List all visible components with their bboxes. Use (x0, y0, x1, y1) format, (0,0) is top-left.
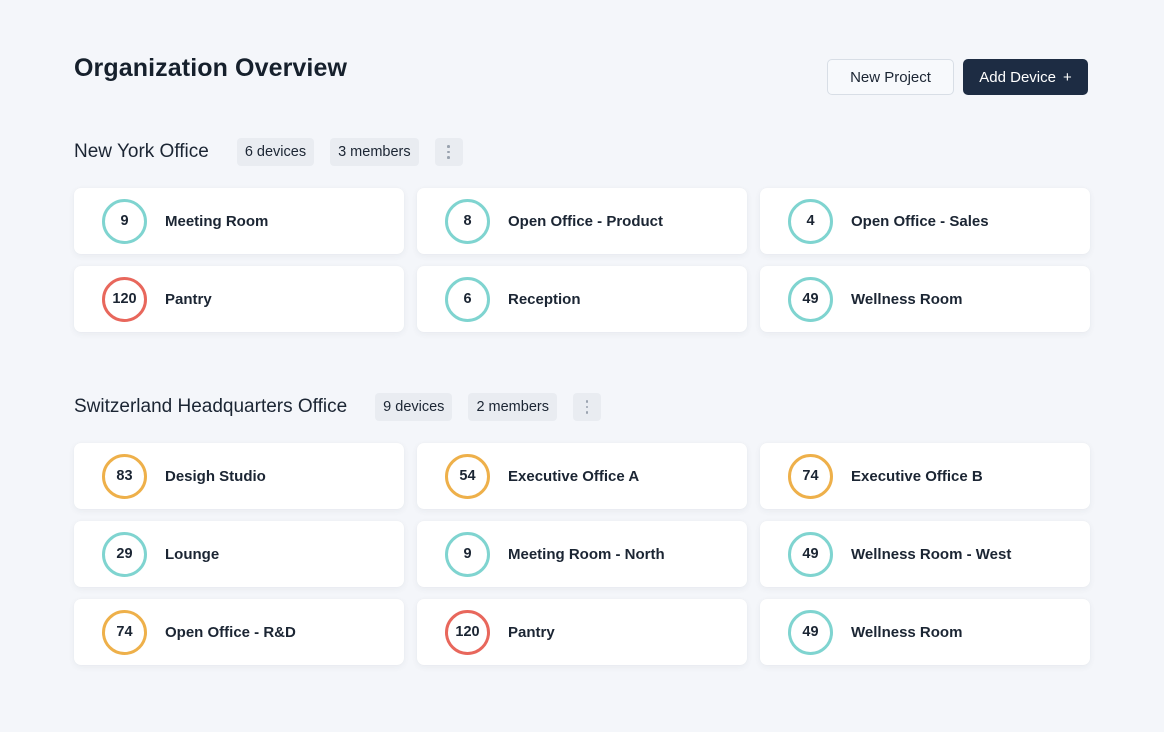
device-count-badge: 120 (102, 276, 147, 322)
device-count-badge: 54 (445, 453, 490, 499)
device-count-badge: 8 (445, 198, 490, 244)
section-header: Switzerland Headquarters Office 9 device… (74, 393, 1088, 421)
room-name: Pantry (508, 623, 555, 641)
room-card[interactable]: 6 Reception (417, 266, 747, 332)
room-name: Reception (508, 290, 581, 308)
office-section-new-york: New York Office 6 devices 3 members 9 Me… (74, 138, 1090, 332)
room-card[interactable]: 4 Open Office - Sales (760, 188, 1090, 254)
new-project-button[interactable]: New Project (827, 59, 954, 95)
room-grid: 83 Desigh Studio 54 Executive Office A 7… (74, 443, 1090, 665)
members-count-badge: 3 members (330, 138, 419, 166)
room-name: Lounge (165, 545, 220, 563)
room-name: Executive Office A (508, 467, 640, 485)
room-grid: 9 Meeting Room 8 Open Office - Product 4… (74, 188, 1090, 332)
devices-count-badge: 6 devices (236, 138, 315, 166)
room-card[interactable]: 49 Wellness Room - West (760, 521, 1090, 587)
device-count-badge: 6 (445, 276, 490, 322)
room-name: Executive Office B (851, 467, 983, 485)
room-card[interactable]: 120 Pantry (417, 599, 747, 665)
room-card[interactable]: 49 Wellness Room (760, 266, 1090, 332)
page-title: Organization Overview (74, 54, 348, 82)
office-section-switzerland-hq: Switzerland Headquarters Office 9 device… (74, 393, 1090, 665)
device-count-badge: 9 (102, 198, 147, 244)
section-title: Switzerland Headquarters Office (74, 396, 348, 417)
device-count-badge: 120 (445, 609, 490, 655)
add-device-label: Add Device (979, 68, 1056, 86)
section-title: New York Office (74, 141, 209, 162)
room-name: Open Office - Product (508, 212, 664, 230)
section-more-button[interactable] (434, 138, 463, 166)
header-actions: New Project Add Device + (827, 59, 1088, 95)
room-name: Wellness Room (851, 623, 963, 641)
device-count-badge: 74 (102, 609, 147, 655)
device-count-badge: 83 (102, 453, 147, 499)
room-card[interactable]: 29 Lounge (74, 521, 404, 587)
room-name: Pantry (165, 290, 212, 308)
room-card[interactable]: 54 Executive Office A (417, 443, 747, 509)
room-name: Wellness Room - West (851, 545, 1012, 563)
device-count-badge: 49 (788, 609, 833, 655)
room-name: Meeting Room - North (508, 545, 665, 563)
section-more-button[interactable] (572, 393, 601, 421)
room-card[interactable]: 83 Desigh Studio (74, 443, 404, 509)
room-card[interactable]: 120 Pantry (74, 266, 404, 332)
room-card[interactable]: 8 Open Office - Product (417, 188, 747, 254)
device-count-badge: 4 (788, 198, 833, 244)
device-count-badge: 9 (445, 531, 490, 577)
organization-overview-page: Organization Overview New Project Add De… (0, 0, 1164, 732)
plus-icon: + (1062, 68, 1072, 86)
room-card[interactable]: 49 Wellness Room (760, 599, 1090, 665)
room-card[interactable]: 74 Open Office - R&D (74, 599, 404, 665)
room-card[interactable]: 9 Meeting Room (74, 188, 404, 254)
devices-count-badge: 9 devices (375, 393, 453, 421)
room-name: Desigh Studio (165, 467, 266, 485)
room-name: Open Office - Sales (851, 212, 989, 230)
room-name: Meeting Room (165, 212, 269, 230)
device-count-badge: 49 (788, 276, 833, 322)
device-count-badge: 74 (788, 453, 833, 499)
room-name: Open Office - R&D (165, 623, 296, 641)
device-count-badge: 29 (102, 531, 147, 577)
add-device-button[interactable]: Add Device + (963, 59, 1088, 95)
room-card[interactable]: 9 Meeting Room - North (417, 521, 747, 587)
room-name: Wellness Room (851, 290, 963, 308)
members-count-badge: 2 members (468, 393, 557, 421)
more-vertical-icon (585, 400, 589, 414)
section-header: New York Office 6 devices 3 members (74, 138, 1088, 166)
device-count-badge: 49 (788, 531, 833, 577)
room-card[interactable]: 74 Executive Office B (760, 443, 1090, 509)
more-vertical-icon (447, 145, 450, 159)
